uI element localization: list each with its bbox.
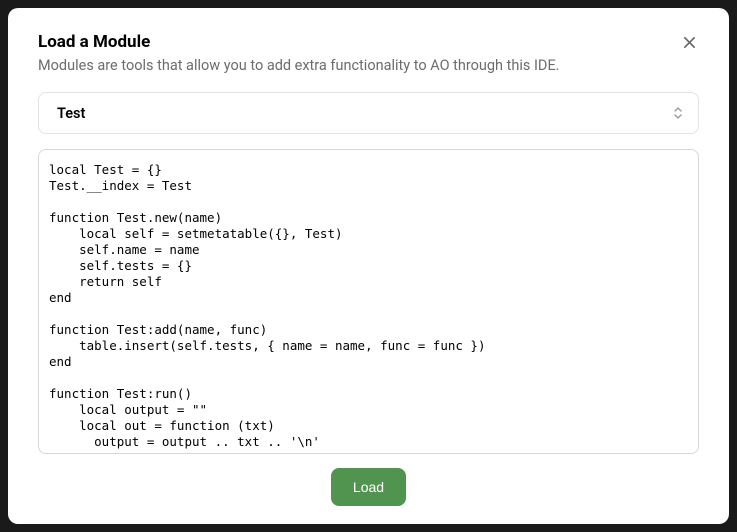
modal-title: Load a Module [38, 32, 699, 52]
module-select[interactable]: Test [38, 92, 699, 134]
module-select-wrapper: Test [38, 92, 699, 134]
close-button[interactable] [679, 34, 699, 54]
close-icon [682, 35, 697, 53]
modal-subtitle: Modules are tools that allow you to add … [38, 57, 699, 74]
code-preview: local Test = {} Test.__index = Test func… [38, 149, 699, 454]
load-module-modal: Load a Module Modules are tools that all… [8, 8, 729, 524]
module-select-value: Test [57, 105, 85, 122]
load-button[interactable]: Load [331, 468, 406, 506]
